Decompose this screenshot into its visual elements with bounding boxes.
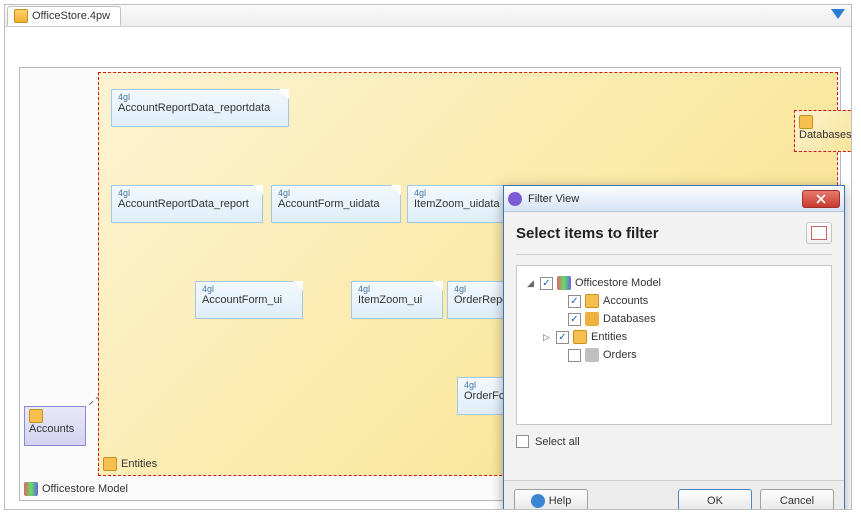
- tree-row-accounts[interactable]: Accounts: [523, 292, 825, 310]
- options-button[interactable]: [806, 222, 832, 244]
- node-label: AccountReportData_report: [118, 198, 256, 210]
- entities-label: Entities: [121, 458, 157, 470]
- node-label: ItemZoom_ui: [358, 294, 436, 306]
- accounts-package[interactable]: Accounts: [24, 406, 86, 446]
- folder-icon: [585, 294, 599, 308]
- model-icon: [557, 276, 571, 290]
- package-icon: [585, 348, 599, 362]
- button-label: Help: [549, 495, 572, 507]
- tree-label: Officestore Model: [575, 277, 661, 289]
- button-label: Cancel: [780, 495, 814, 507]
- spacer: [553, 350, 564, 361]
- folder-icon: [573, 330, 587, 344]
- tree-row-databases[interactable]: Databases: [523, 310, 825, 328]
- close-icon: [815, 194, 827, 204]
- accounts-label: Accounts: [29, 423, 81, 435]
- filter-tree[interactable]: ◢ Officestore Model Accounts: [516, 265, 832, 425]
- ok-button[interactable]: OK: [678, 489, 752, 510]
- tree-label: Accounts: [603, 295, 648, 307]
- model-icon: [24, 482, 38, 496]
- databases-label: Databases: [799, 129, 851, 141]
- select-all-checkbox[interactable]: [516, 435, 529, 448]
- checkbox[interactable]: [568, 349, 581, 362]
- tree-label: Entities: [591, 331, 627, 343]
- cancel-button[interactable]: Cancel: [760, 489, 834, 510]
- node-label: ItemZoom_uidata: [414, 198, 510, 210]
- dialog-titlebar[interactable]: Filter View: [504, 186, 844, 212]
- tab-officestore[interactable]: OfficeStore.4pw: [7, 6, 121, 26]
- node-accountform-ui[interactable]: 4gl AccountForm_ui: [195, 281, 303, 319]
- tree-label: Orders: [603, 349, 637, 361]
- tree-label: Databases: [603, 313, 656, 325]
- dialog-body: Select items to filter ◢ Officestore Mod…: [504, 212, 844, 448]
- model-label: Officestore Model: [42, 483, 128, 495]
- node-accountreportdata-report[interactable]: 4gl AccountReportData_report: [111, 185, 263, 223]
- node-accountreportdata-reportdata[interactable]: 4gl AccountReportData_reportdata: [111, 89, 289, 127]
- button-label: OK: [707, 495, 723, 507]
- app-icon: [508, 192, 522, 206]
- list-icon: [811, 226, 827, 240]
- dropdown-icon[interactable]: [831, 9, 845, 19]
- databases-package[interactable]: Databases: [794, 110, 851, 152]
- collapse-icon[interactable]: ◢: [525, 278, 536, 289]
- tab-bar: OfficeStore.4pw: [5, 5, 851, 27]
- folder-icon: [29, 409, 43, 423]
- expand-icon[interactable]: ▷: [541, 332, 552, 343]
- spacer: [553, 296, 564, 307]
- entities-label-row: Entities: [103, 457, 157, 471]
- model-label-row: Officestore Model: [24, 482, 128, 496]
- close-button[interactable]: [802, 190, 840, 208]
- help-button[interactable]: Help: [514, 489, 588, 510]
- tab-title: OfficeStore.4pw: [32, 10, 110, 22]
- folder-icon: [799, 115, 813, 129]
- node-itemzoom-uidata[interactable]: 4gl ItemZoom_uidata: [407, 185, 517, 223]
- help-icon: [531, 494, 545, 508]
- file-icon: [14, 9, 28, 23]
- node-itemzoom-ui[interactable]: 4gl ItemZoom_ui: [351, 281, 443, 319]
- editor-window: OfficeStore.4pw: [4, 4, 852, 510]
- dialog-heading: Select items to filter: [516, 225, 659, 242]
- checkbox[interactable]: [540, 277, 553, 290]
- select-all-label: Select all: [535, 436, 580, 448]
- tree-row-orders[interactable]: Orders: [523, 346, 825, 364]
- checkbox[interactable]: [556, 331, 569, 344]
- select-all-row[interactable]: Select all: [516, 435, 832, 448]
- diagram-canvas[interactable]: Accounts 4gl AccountReportData_reportdat…: [5, 27, 851, 509]
- checkbox[interactable]: [568, 313, 581, 326]
- tree-row-entities[interactable]: ▷ Entities: [523, 328, 825, 346]
- separator: [516, 254, 832, 255]
- checkbox[interactable]: [568, 295, 581, 308]
- node-label: AccountForm_ui: [202, 294, 296, 306]
- tree-row-root[interactable]: ◢ Officestore Model: [523, 274, 825, 292]
- spacer: [553, 314, 564, 325]
- dialog-footer: Help OK Cancel: [504, 480, 844, 509]
- node-label: AccountReportData_reportdata: [118, 102, 282, 114]
- node-label: AccountForm_uidata: [278, 198, 394, 210]
- folder-icon: [103, 457, 117, 471]
- dialog-title: Filter View: [528, 193, 802, 205]
- database-icon: [585, 312, 599, 326]
- filter-view-dialog: Filter View Select items to filter ◢: [503, 185, 845, 509]
- node-accountform-uidata[interactable]: 4gl AccountForm_uidata: [271, 185, 401, 223]
